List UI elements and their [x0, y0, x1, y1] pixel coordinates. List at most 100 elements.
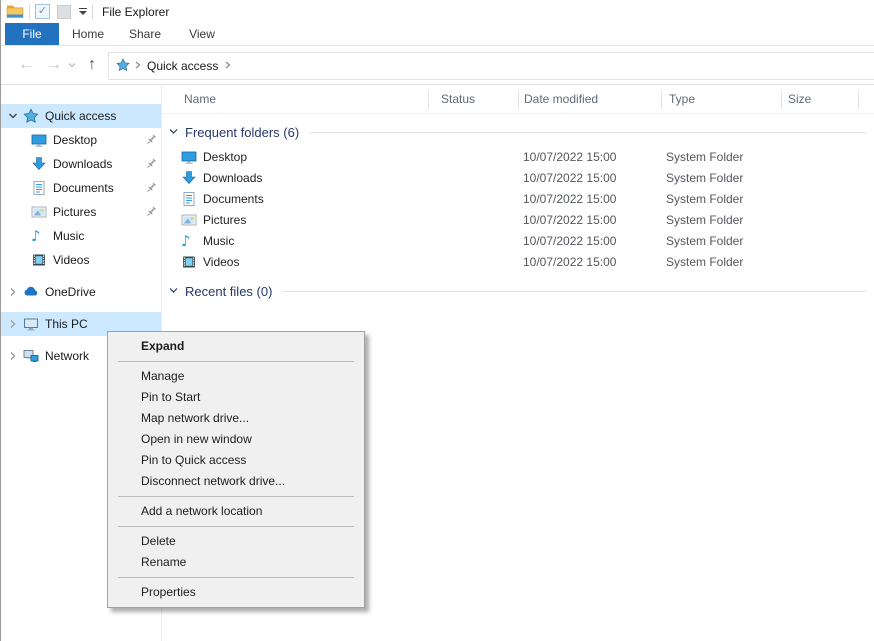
pictures-photo-icon [31, 204, 47, 220]
group-header-frequent-folders: Frequent folders (6) [162, 122, 874, 142]
menu-item-open-in-new-window[interactable]: Open in new window [108, 429, 364, 450]
tab-home[interactable]: Home [63, 23, 113, 45]
file-name: Documents [203, 189, 264, 210]
menu-separator [118, 577, 354, 578]
menu-separator [118, 361, 354, 362]
sidebar-item-videos[interactable]: Videos [1, 248, 161, 272]
column-header-date-modified[interactable]: Date modified [524, 85, 598, 114]
column-divider[interactable] [518, 90, 519, 109]
column-header-size[interactable]: Size [788, 85, 811, 114]
file-type: System Folder [666, 147, 743, 168]
chevron-down-icon[interactable] [168, 284, 179, 299]
group-header-recent-files: Recent files (0) [162, 281, 874, 301]
menu-separator [118, 526, 354, 527]
file-type: System Folder [666, 189, 743, 210]
file-row-documents[interactable]: Documents 10/07/2022 15:00 System Folder [162, 189, 874, 210]
back-button[interactable]: ← [15, 46, 37, 84]
this-pc-monitor-icon [23, 316, 39, 332]
forward-button[interactable]: → [43, 46, 65, 84]
file-name: Music [203, 231, 234, 252]
file-date-modified: 10/07/2022 15:00 [523, 231, 616, 252]
file-row-videos[interactable]: Videos 10/07/2022 15:00 System Folder [162, 252, 874, 273]
file-date-modified: 10/07/2022 15:00 [523, 252, 616, 273]
file-date-modified: 10/07/2022 15:00 [523, 210, 616, 231]
network-computers-icon [23, 348, 39, 364]
sidebar-item-label: Videos [53, 248, 89, 272]
column-header-row: Name Status Date modified Type Size [162, 85, 874, 114]
title-bar: ✓ File Explorer [1, 0, 874, 23]
menu-item-rename[interactable]: Rename [108, 552, 364, 573]
sidebar-item-pictures[interactable]: Pictures [1, 200, 161, 224]
menu-item-properties[interactable]: Properties [108, 582, 364, 603]
address-bar[interactable]: Quick access [108, 52, 874, 80]
file-name: Pictures [203, 210, 246, 231]
file-row-desktop[interactable]: Desktop 10/07/2022 15:00 System Folder [162, 147, 874, 168]
downloads-arrow-icon [181, 170, 197, 186]
pin-icon [144, 133, 158, 147]
sidebar-item-documents[interactable]: Documents [1, 176, 161, 200]
pictures-photo-icon [181, 212, 197, 228]
file-row-downloads[interactable]: Downloads 10/07/2022 15:00 System Folder [162, 168, 874, 189]
column-divider[interactable] [858, 90, 859, 109]
chevron-right-icon[interactable] [7, 350, 19, 362]
menu-item-expand[interactable]: Expand [108, 336, 364, 357]
file-row-pictures[interactable]: Pictures 10/07/2022 15:00 System Folder [162, 210, 874, 231]
menu-item-delete[interactable]: Delete [108, 531, 364, 552]
pin-icon [144, 181, 158, 195]
sidebar-item-label: Network [45, 344, 89, 368]
customize-quick-access-dropdown-icon[interactable] [79, 8, 87, 15]
column-header-status[interactable]: Status [441, 85, 475, 114]
menu-item-map-network-drive[interactable]: Map network drive... [108, 408, 364, 429]
chevron-right-icon[interactable] [7, 286, 19, 298]
breadcrumb-quick-access[interactable]: Quick access [147, 59, 218, 73]
sidebar-item-label: Pictures [53, 200, 96, 224]
chevron-down-icon[interactable] [7, 110, 19, 122]
menu-item-add-network-location[interactable]: Add a network location [108, 501, 364, 522]
recent-locations-dropdown-icon[interactable] [65, 46, 79, 84]
tab-share[interactable]: Share [119, 23, 171, 45]
file-row-music[interactable]: ♪ Music 10/07/2022 15:00 System Folder [162, 231, 874, 252]
file-date-modified: 10/07/2022 15:00 [523, 147, 616, 168]
documents-page-icon [31, 180, 47, 196]
chevron-down-icon[interactable] [168, 125, 179, 140]
sidebar-item-quick-access[interactable]: Quick access [1, 104, 161, 128]
properties-check-icon[interactable]: ✓ [35, 4, 50, 19]
sidebar-item-downloads[interactable]: Downloads [1, 152, 161, 176]
menu-item-disconnect-network-drive[interactable]: Disconnect network drive... [108, 471, 364, 492]
column-divider[interactable] [428, 90, 429, 109]
menu-item-pin-to-quick-access[interactable]: Pin to Quick access [108, 450, 364, 471]
titlebar-separator [29, 5, 30, 19]
desktop-monitor-icon [31, 132, 47, 148]
sidebar-item-onedrive[interactable]: OneDrive [1, 280, 161, 304]
pin-icon [144, 157, 158, 171]
up-button[interactable]: ↑ [81, 46, 103, 84]
group-header-rule [309, 132, 867, 133]
file-name: Downloads [203, 168, 262, 189]
quick-access-star-icon [23, 108, 39, 124]
column-divider[interactable] [661, 90, 662, 109]
file-type: System Folder [666, 210, 743, 231]
window-title: File Explorer [102, 5, 169, 19]
new-item-icon[interactable] [57, 5, 71, 19]
sidebar-item-label: Documents [53, 176, 114, 200]
group-header-label[interactable]: Frequent folders (6) [185, 125, 299, 140]
menu-item-manage[interactable]: Manage [108, 366, 364, 387]
column-header-type[interactable]: Type [669, 85, 695, 114]
column-header-name[interactable]: Name [184, 85, 216, 114]
breadcrumb-chevron-icon[interactable] [133, 59, 142, 73]
breadcrumb-chevron-icon[interactable] [223, 59, 232, 73]
ribbon-tab-bar: File Home Share View [1, 23, 874, 46]
tab-file[interactable]: File [5, 23, 59, 45]
file-date-modified: 10/07/2022 15:00 [523, 168, 616, 189]
sidebar-item-label: Music [53, 224, 84, 248]
tab-view[interactable]: View [177, 23, 227, 45]
onedrive-cloud-icon [23, 284, 39, 300]
sidebar-item-label: Desktop [53, 128, 97, 152]
column-divider[interactable] [781, 90, 782, 109]
sidebar-item-music[interactable]: ♪ Music [1, 224, 161, 248]
group-header-label[interactable]: Recent files (0) [185, 284, 272, 299]
sidebar-item-label: Quick access [45, 104, 116, 128]
chevron-right-icon[interactable] [7, 318, 19, 330]
menu-item-pin-to-start[interactable]: Pin to Start [108, 387, 364, 408]
sidebar-item-desktop[interactable]: Desktop [1, 128, 161, 152]
